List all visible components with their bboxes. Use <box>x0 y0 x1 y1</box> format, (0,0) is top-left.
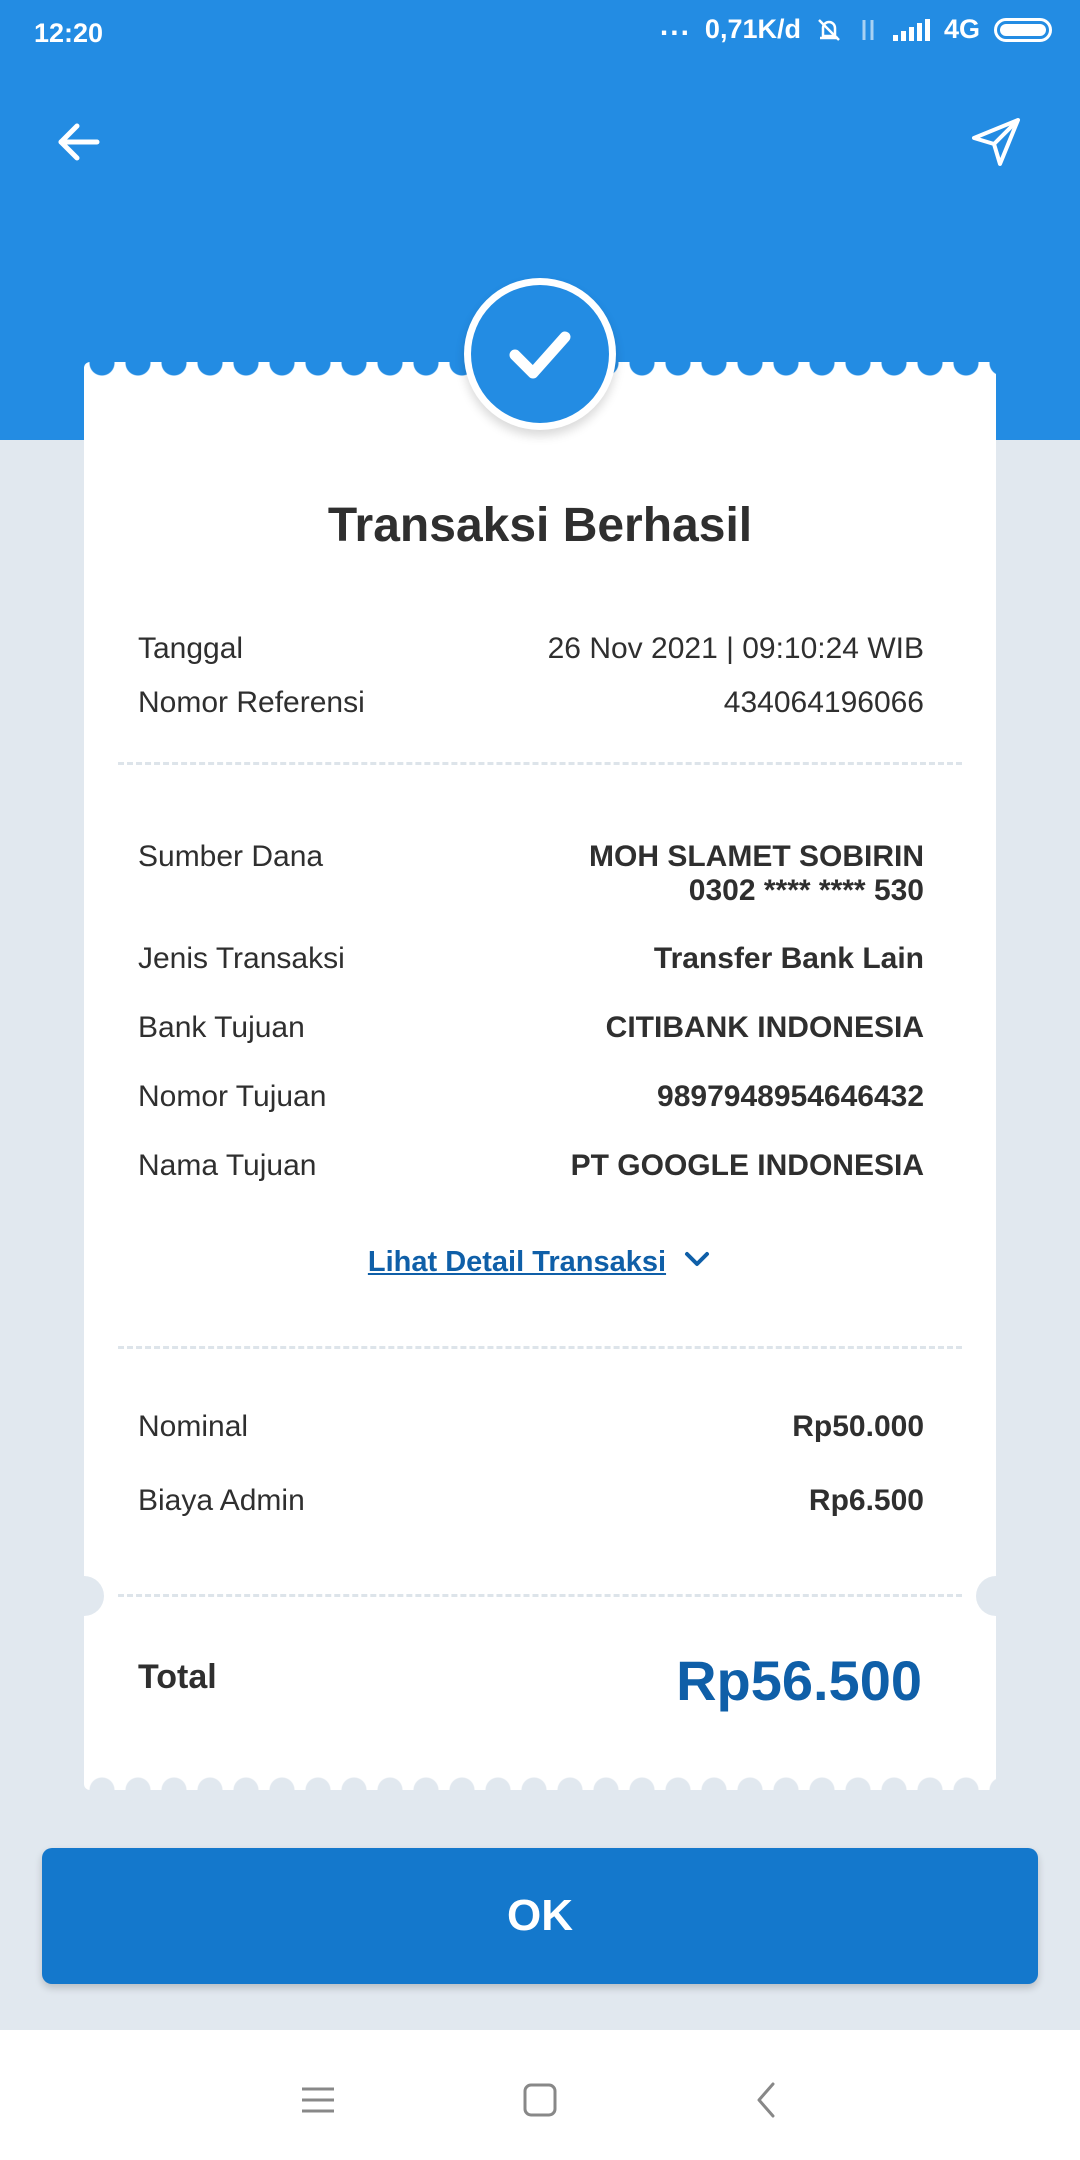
view-details-label: Lihat Detail Transaksi <box>367 1246 667 1278</box>
battery-icon <box>994 17 1052 42</box>
source-account: 0302 **** **** 530 <box>688 874 924 907</box>
share-button[interactable] <box>956 102 1036 182</box>
system-nav-bar <box>0 2030 1080 2160</box>
detail-label: Bank Tujuan <box>138 1011 305 1044</box>
date-value: 26 Nov 2021 | 09:10:24 WIB <box>547 632 924 665</box>
divider <box>118 1346 962 1349</box>
menu-nav-button[interactable] <box>288 2070 348 2130</box>
chevron-down-icon <box>685 1252 710 1266</box>
detail-row: Bank Tujuan CITIBANK INDONESIA <box>138 1011 924 1045</box>
detail-value: PT GOOGLE INDONESIA <box>570 1149 924 1182</box>
receipt-card <box>84 362 996 1790</box>
source-name: MOH SLAMET SOBIRIN <box>589 840 924 873</box>
divider <box>118 1594 962 1597</box>
admin-fee-row: Biaya Admin Rp6.500 <box>138 1484 924 1518</box>
status-time: 12:20 <box>34 18 104 48</box>
view-details-link[interactable]: Lihat Detail Transaksi <box>84 1246 996 1279</box>
divider <box>118 762 962 765</box>
chevron-left-icon <box>757 2082 775 2118</box>
back-button[interactable] <box>38 102 118 182</box>
network-speed: 0,71K/d <box>704 14 801 44</box>
total-value: Rp56.500 <box>676 1649 922 1712</box>
checkmark-icon <box>509 331 571 379</box>
menu-icon <box>302 2087 334 2113</box>
detail-row: Nama Tujuan PT GOOGLE INDONESIA <box>138 1149 924 1183</box>
receipt-bottom-edge <box>84 1777 996 1803</box>
detail-row: Nomor Tujuan 9897948954646432 <box>138 1080 924 1114</box>
nominal-value: Rp50.000 <box>792 1410 924 1443</box>
source-label: Sumber Dana <box>138 840 324 873</box>
nominal-row: Nominal Rp50.000 <box>138 1410 924 1444</box>
arrow-left-icon <box>58 123 100 161</box>
ok-button[interactable]: OK <box>42 1848 1038 1984</box>
reference-row: Nomor Referensi 434064196066 <box>138 686 924 720</box>
success-badge <box>464 278 616 430</box>
square-icon <box>523 2083 557 2117</box>
detail-label: Jenis Transaksi <box>138 942 345 975</box>
total-label: Total <box>138 1658 217 1696</box>
status-bar: 12:20 ... 0,71K/d 4G <box>0 0 1080 68</box>
date-row: Tanggal 26 Nov 2021 | 09:10:24 WIB <box>138 632 924 666</box>
reference-label: Nomor Referensi <box>138 686 365 719</box>
back-nav-button[interactable] <box>736 2070 796 2130</box>
more-dots: ... <box>659 8 691 42</box>
mute-bell-icon <box>818 18 840 41</box>
detail-value: 9897948954646432 <box>657 1080 924 1113</box>
date-label: Tanggal <box>138 632 244 665</box>
receipt-notch-left <box>64 1576 104 1616</box>
detail-value: Transfer Bank Lain <box>653 942 924 975</box>
detail-label: Nama Tujuan <box>138 1149 317 1182</box>
send-icon <box>972 118 1020 166</box>
home-nav-button[interactable] <box>510 2070 570 2130</box>
network-type: 4G <box>943 14 980 44</box>
admin-fee-label: Biaya Admin <box>138 1484 305 1517</box>
receipt-notch-right <box>976 1576 1016 1616</box>
admin-fee-value: Rp6.500 <box>808 1484 924 1517</box>
source-row: Sumber Dana MOH SLAMET SOBIRIN 0302 ****… <box>138 840 924 908</box>
nominal-label: Nominal <box>138 1410 249 1443</box>
reference-value: 434064196066 <box>723 686 924 719</box>
detail-label: Nomor Tujuan <box>138 1080 327 1113</box>
detail-value: CITIBANK INDONESIA <box>605 1011 924 1044</box>
detail-row: Jenis Transaksi Transfer Bank Lain <box>138 942 924 976</box>
transaction-title: Transaksi Berhasil <box>327 499 753 552</box>
signal-icon <box>892 18 930 41</box>
data-transfer-icon <box>862 19 874 40</box>
